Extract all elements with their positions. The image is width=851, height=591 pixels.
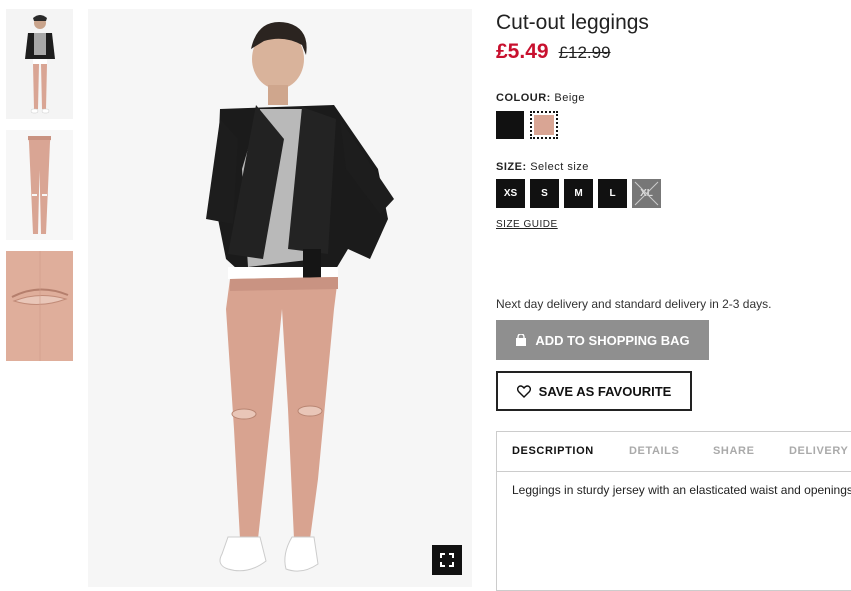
size-s-button[interactable]: S (530, 179, 559, 208)
heart-icon (516, 384, 531, 398)
save-favourite-label: SAVE AS FAVOURITE (538, 383, 672, 399)
size-heading: SIZE: (496, 161, 527, 173)
leggings-thumbnail-image (6, 130, 73, 240)
swatch-beige-fill (534, 115, 554, 135)
size-guide-link[interactable]: SIZE GUIDE (496, 219, 558, 230)
size-m-button[interactable]: M (564, 179, 593, 208)
original-price: £12.99 (558, 43, 611, 62)
unavailable-cross-icon (634, 181, 659, 206)
shopping-bag-icon (516, 334, 527, 346)
tab-bar: DESCRIPTION DETAILS SHARE DELIVERY (497, 432, 851, 472)
price-row: £5.49 £12.99 (496, 40, 611, 64)
colour-heading: COLOUR: (496, 92, 551, 104)
delivery-info: Next day delivery and standard delivery … (496, 297, 772, 311)
main-product-image[interactable] (88, 9, 472, 587)
thumbnail-leggings[interactable] (6, 130, 73, 240)
product-info-tabs: DESCRIPTION DETAILS SHARE DELIVERY Leggi… (496, 431, 851, 591)
tab-delivery[interactable]: DELIVERY (789, 445, 848, 457)
size-l-button[interactable]: L (598, 179, 627, 208)
zoom-button[interactable] (432, 545, 462, 575)
model-full-image (88, 9, 472, 587)
swatch-beige[interactable] (530, 111, 558, 139)
product-title: Cut-out leggings (496, 11, 649, 34)
size-label: SIZE: Select size (496, 161, 589, 173)
tab-description[interactable]: DESCRIPTION (512, 445, 594, 457)
colour-selected-value: Beige (554, 92, 586, 104)
sale-price: £5.49 (496, 40, 549, 63)
add-to-bag-button[interactable]: ADD TO SHOPPING BAG (496, 320, 709, 360)
thumbnail-model[interactable] (6, 9, 73, 119)
size-prompt: Select size (530, 161, 589, 173)
size-xs-button[interactable]: XS (496, 179, 525, 208)
tab-details[interactable]: DETAILS (629, 445, 679, 457)
thumbnail-knee-detail[interactable] (6, 251, 73, 361)
description-text: Leggings in sturdy jersey with an elasti… (512, 483, 851, 497)
knee-detail-thumbnail-image (6, 251, 73, 361)
swatch-black[interactable] (496, 111, 524, 139)
add-to-bag-label: ADD TO SHOPPING BAG (535, 332, 690, 348)
expand-icon (440, 553, 454, 567)
tab-share[interactable]: SHARE (713, 445, 755, 457)
model-thumbnail-image (6, 9, 73, 119)
size-xl-button[interactable]: XL (632, 179, 661, 208)
colour-label: COLOUR: Beige (496, 92, 585, 104)
save-favourite-button[interactable]: SAVE AS FAVOURITE (496, 371, 692, 411)
